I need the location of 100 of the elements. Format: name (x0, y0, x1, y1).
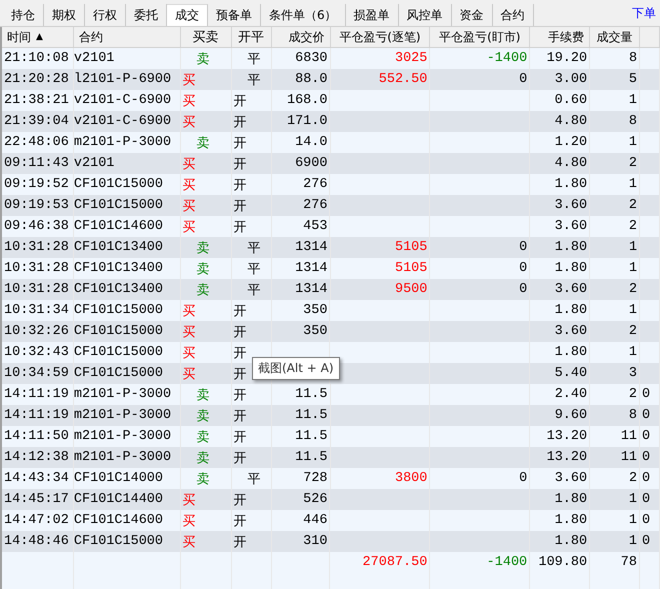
column-header[interactable]: 平仓盈亏(逐笔) (330, 27, 430, 47)
total-cell: -1400 (486, 555, 528, 570)
table-cell: 14:47:02 (4, 513, 69, 528)
table-cell: 3.60 (554, 324, 588, 339)
table-row[interactable]: 21:38:21 v2101-C-6900 买 开 168.0 0.60 1 (2, 90, 660, 111)
table-cell: CF101C14600 (74, 219, 164, 234)
table-cell-text: 卖 (196, 240, 210, 256)
table-cell: 0 (642, 408, 650, 423)
table-row[interactable]: 09:19:53 CF101C15000 买 开 276 3.60 2 (2, 195, 660, 216)
column-header[interactable]: 时间 ▲ (2, 27, 74, 47)
table-cell-text: 开 (234, 302, 247, 320)
column-header[interactable]: 成交价 (272, 27, 331, 47)
table-cell-text: 买 (182, 534, 196, 550)
table-cell: 1 (628, 534, 637, 549)
column-header[interactable]: 成交量 (590, 27, 640, 47)
table-cell-text: 平 (248, 282, 261, 298)
table-cell: 10:31:28 (4, 282, 69, 297)
tab[interactable]: 成交 (167, 4, 208, 26)
table-row[interactable]: 14:45:17 CF101C14400 买 开 526 1.80 1 0 (2, 489, 660, 510)
table-cell: m2101-P-3000 (74, 450, 172, 465)
table-cell: 171.0 (286, 114, 328, 129)
table-cell: v2101 (74, 156, 114, 171)
table-row[interactable]: 10:31:28 CF101C13400 卖 平 1314 5105 0 1.80 1 (2, 258, 660, 279)
table-cell: 3.00 (554, 72, 588, 87)
table-cell: 0 (519, 471, 528, 486)
table-row[interactable]: 10:31:28 CF101C13400 卖 平 1314 9500 0 3.60 2 (2, 279, 660, 300)
table-cell: 2 (628, 471, 638, 486)
table-cell: 14:11:19 (4, 408, 69, 423)
table-cell: 11 (620, 429, 638, 444)
total-cell: 109.80 (538, 555, 588, 570)
table-cell: CF101C15000 (74, 303, 164, 318)
table-cell: 1 (628, 261, 638, 276)
table-row[interactable]: 10:32:43 CF101C15000 买 开 1.80 1 (2, 342, 660, 363)
table-row[interactable]: 09:46:38 CF101C14600 买 开 453 3.60 2 (2, 216, 660, 237)
table-cell: 1 (628, 492, 637, 507)
table-cell: 5105 (394, 240, 428, 255)
table-cell: 2.40 (554, 387, 588, 402)
table-cell: 1.80 (554, 240, 588, 255)
table-cell-text: 平 (248, 240, 261, 256)
table-cell-text: 卖 (196, 134, 210, 152)
column-header[interactable]: 平仓盈亏(盯市) (430, 27, 530, 47)
table-row[interactable]: 21:39:04 v2101-C-6900 买 开 171.0 4.80 8 (2, 111, 660, 132)
table-cell-text: 买 (182, 366, 196, 382)
table-cell-text: 开 (234, 198, 247, 214)
table-cell: 0.60 (554, 93, 588, 108)
table-cell: CF101C15000 (74, 366, 164, 381)
table-row[interactable]: 10:31:28 CF101C13400 卖 平 1314 5105 0 1.80 1 (2, 237, 660, 258)
table-row[interactable]: 14:11:50 m2101-P-3000 卖 开 11.5 13.20 11 0 (2, 426, 660, 447)
table-cell: 09:46:38 (4, 219, 69, 234)
table-cell-text: 开 (234, 92, 247, 110)
table-cell-text: 买 (182, 92, 196, 110)
table-cell-text: 卖 (196, 408, 210, 424)
table-cell: 0 (642, 534, 650, 549)
table-row[interactable]: 14:11:19 m2101-P-3000 卖 开 11.5 9.60 8 0 (2, 405, 660, 426)
table-cell: 0 (642, 450, 650, 465)
table-cell: 11.5 (295, 450, 328, 465)
column-header[interactable]: 开平 (232, 27, 272, 47)
table-cell: 8 (628, 408, 638, 423)
table-cell: l2101-P-6900 (74, 72, 172, 87)
table-cell: 3.60 (554, 471, 588, 486)
table-row[interactable]: 10:31:34 CF101C15000 买 开 350 1.80 1 (2, 300, 660, 321)
table-cell-text: 卖 (196, 50, 210, 68)
table-cell-text: 开 (234, 344, 247, 362)
table-cell: m2101-P-3000 (74, 135, 172, 150)
table-cell: 728 (303, 471, 328, 486)
table-row[interactable]: 09:19:52 CF101C15000 买 开 276 1.80 1 (2, 174, 660, 195)
table-cell: 21:39:04 (4, 114, 69, 129)
column-header[interactable]: 买卖 (180, 27, 232, 47)
table-cell: 4.80 (554, 114, 588, 129)
table-row[interactable]: 09:11:43 v2101 买 开 6900 4.80 2 (2, 153, 660, 174)
table-row[interactable]: 22:48:06 m2101-P-3000 卖 开 14.0 1.20 1 (2, 132, 660, 153)
table-cell: 8 (628, 51, 638, 66)
table-cell: 552.50 (378, 72, 428, 87)
order-link[interactable]: 下单 (628, 5, 660, 26)
table-cell: 0 (642, 471, 650, 486)
table-row[interactable]: 14:43:34 CF101C14000 卖 平 728 3800 0 3.60 2 0 (2, 468, 660, 489)
table-cell-text: 开 (234, 408, 247, 424)
column-header[interactable]: 手续费 (530, 27, 590, 47)
table-cell: CF101C15000 (74, 345, 164, 360)
table-row[interactable]: 14:11:19 m2101-P-3000 卖 开 11.5 2.40 2 0 (2, 384, 660, 405)
table-cell: CF101C14400 (74, 492, 164, 507)
table-cell: 1314 (295, 240, 328, 255)
table-row[interactable]: 14:48:46 CF101C15000 买 开 310 1.80 1 0 (2, 531, 660, 552)
table-cell-text: 卖 (196, 428, 210, 446)
table-row[interactable]: 21:20:28 l2101-P-6900 买 平 88.0 552.50 0 3.00 5 (2, 69, 660, 90)
table-cell: 0 (642, 387, 650, 402)
table-cell: 1.80 (554, 513, 588, 528)
table-cell: 1.80 (554, 534, 588, 549)
table-row[interactable]: 14:47:02 CF101C14600 买 开 446 1.80 1 0 (2, 510, 660, 531)
table-cell: 1314 (295, 261, 328, 276)
table-cell: 9.60 (554, 408, 588, 423)
table-row[interactable]: 10:32:26 CF101C15000 买 开 350 3.60 2 (2, 321, 660, 342)
column-header[interactable]: 合约 (74, 27, 181, 47)
table-row[interactable]: 21:10:08 v2101 卖 平 6830 3025 -1400 19.20 8 (2, 48, 660, 69)
table-cell-text: 买 (182, 492, 196, 508)
table-cell: 8 (628, 114, 637, 129)
table-cell: 2 (628, 324, 637, 339)
table-cell: 10:31:28 (4, 261, 69, 276)
table-cell-text: 开 (234, 534, 247, 550)
table-row[interactable]: 14:12:38 m2101-P-3000 卖 开 11.5 13.20 11 0 (2, 447, 660, 468)
